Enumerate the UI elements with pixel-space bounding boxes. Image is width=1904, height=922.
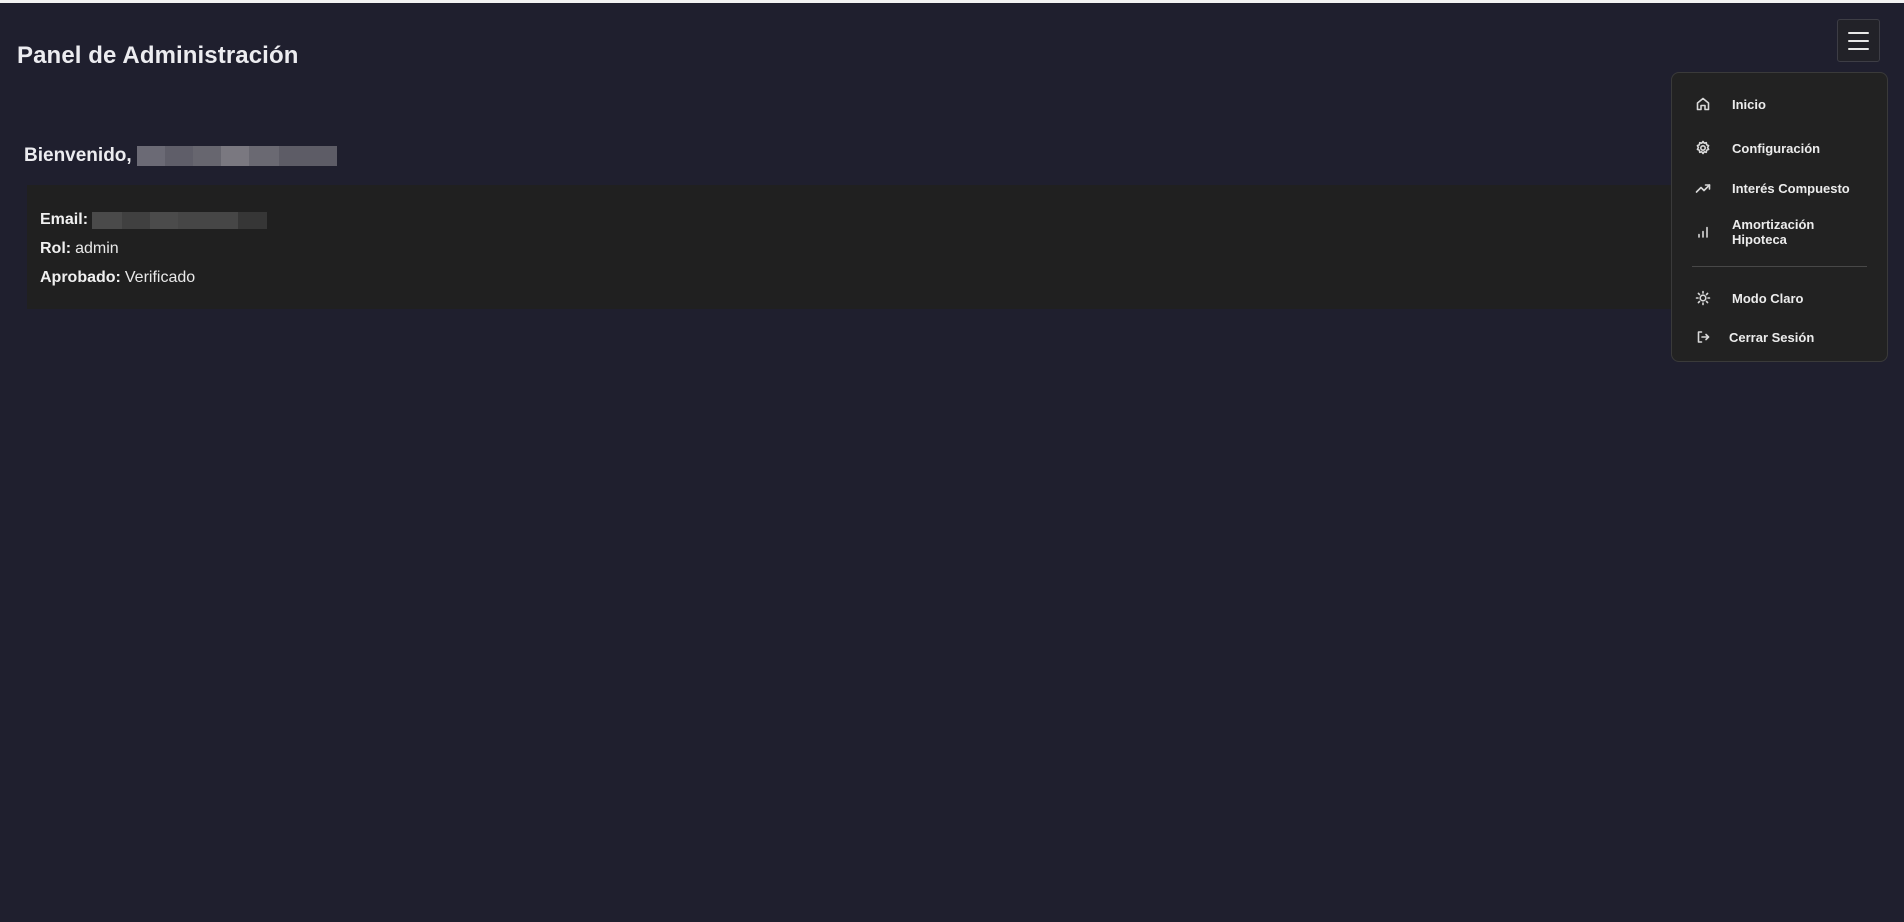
welcome-heading: Bienvenido, [24, 145, 337, 167]
redacted-user-name [136, 146, 337, 166]
menu-divider [1692, 266, 1867, 267]
trending-up-icon [1695, 180, 1711, 196]
menu-item-label: Modo Claro [1732, 290, 1804, 306]
home-icon [1695, 96, 1711, 112]
menu-item-amortizacion-hipoteca[interactable]: Amortización Hipoteca [1672, 214, 1887, 250]
menu-item-label: Interés Compuesto [1732, 180, 1850, 196]
window-top-border [0, 0, 1904, 3]
welcome-label: Bienvenido, [24, 145, 132, 166]
hamburger-menu-icon [1848, 31, 1869, 34]
menu-item-label: Amortización Hipoteca [1732, 217, 1815, 247]
menu-item-label: Inicio [1732, 96, 1766, 112]
menu-item-inicio[interactable]: Inicio [1672, 92, 1887, 116]
redacted-email [92, 211, 268, 229]
rol-value: admin [75, 240, 119, 257]
menu-item-label: Cerrar Sesión [1729, 329, 1815, 345]
rol-row: Rol: admin [40, 240, 119, 258]
gear-icon [1695, 140, 1711, 156]
menu-item-label: Configuración [1732, 140, 1821, 156]
bar-chart-icon [1695, 224, 1711, 240]
aprobado-label: Aprobado: [40, 269, 121, 286]
email-label: Email: [40, 211, 89, 228]
profile-card: Email: Rol: admin Aprobado: Verificado [27, 185, 1687, 309]
menu-item-configuracion[interactable]: Configuración [1672, 136, 1887, 160]
aprobado-row: Aprobado: Verificado [40, 269, 195, 287]
logout-icon [1695, 329, 1711, 345]
menu-item-cerrar-sesion[interactable]: Cerrar Sesión [1672, 325, 1887, 349]
aprobado-value: Verificado [124, 269, 196, 286]
page-title: Panel de Administración [17, 42, 299, 69]
hamburger-menu-button[interactable] [1837, 19, 1880, 62]
sun-icon [1695, 290, 1711, 306]
menu-item-interes-compuesto[interactable]: Interés Compuesto [1672, 176, 1887, 200]
menu-item-modo-claro[interactable]: Modo Claro [1672, 286, 1887, 310]
rol-label: Rol: [40, 240, 72, 257]
navigation-dropdown: Inicio Configuración Interés Compuesto A… [1671, 72, 1888, 362]
email-row: Email: [40, 211, 268, 229]
